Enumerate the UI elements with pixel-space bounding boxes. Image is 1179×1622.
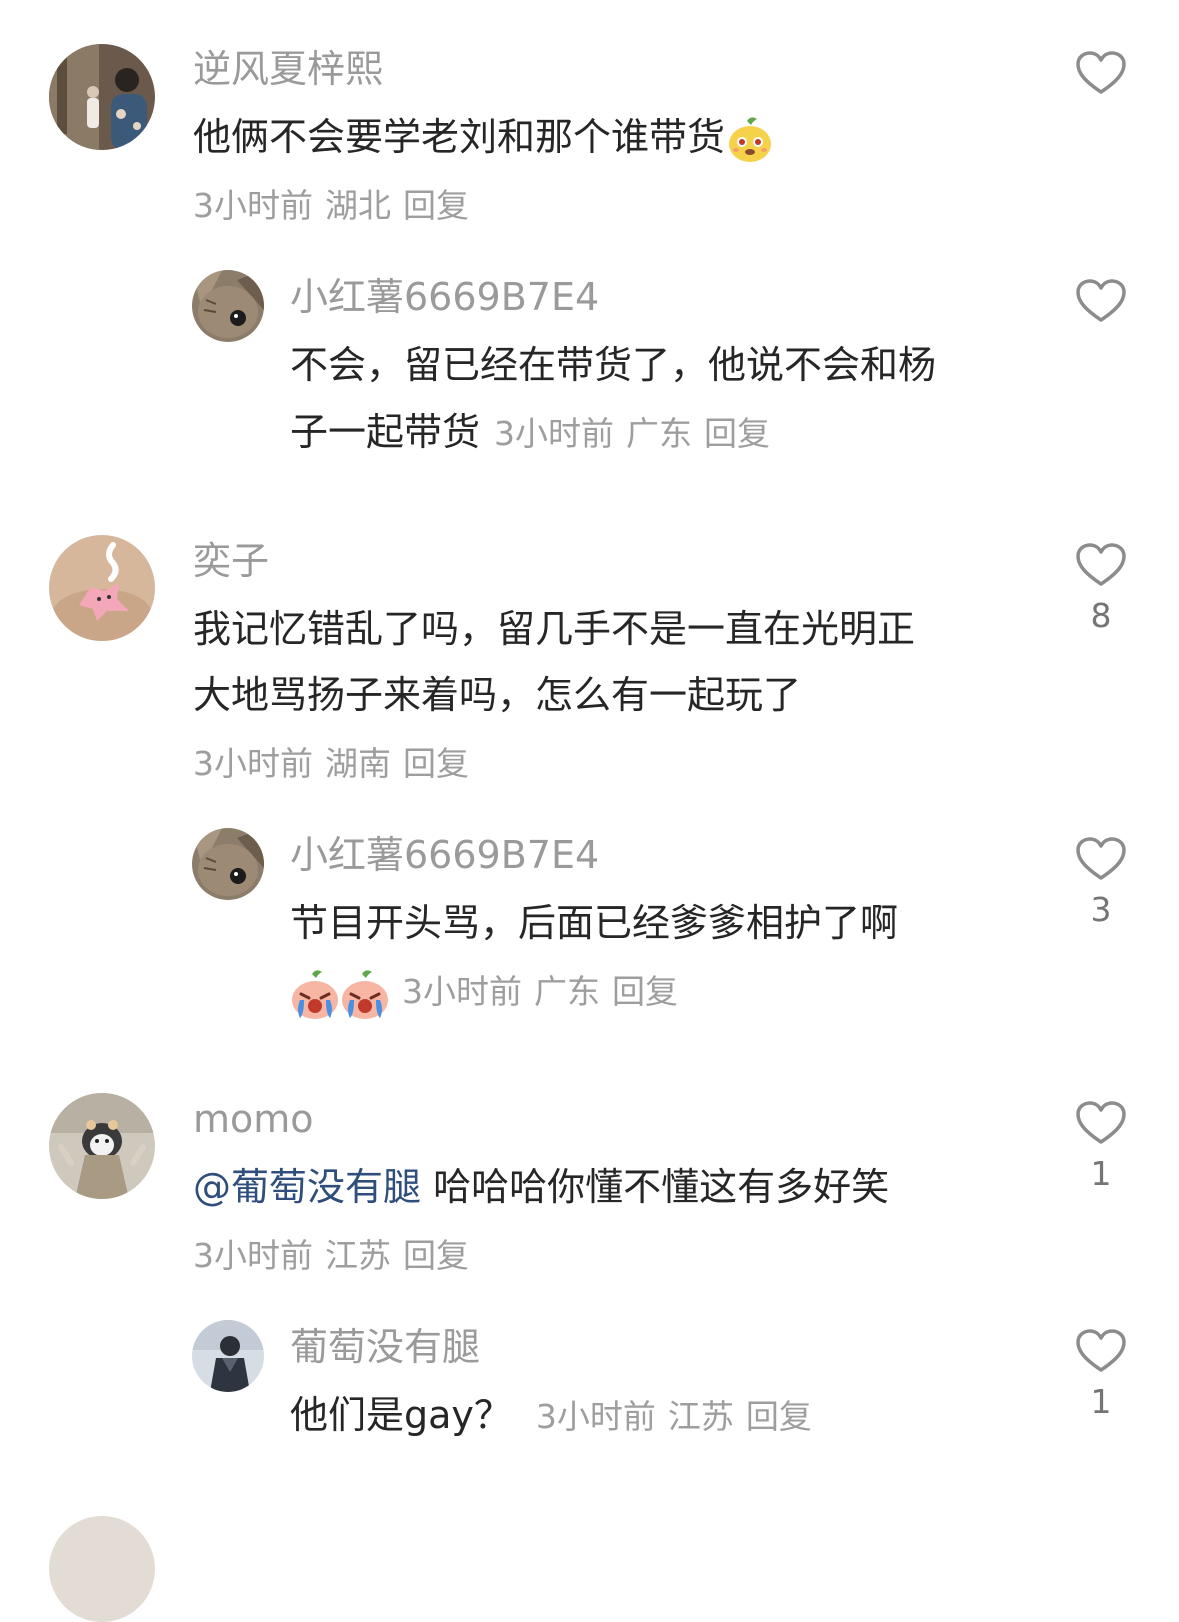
avatar[interactable] [49, 1093, 155, 1199]
location: 江苏 [667, 1397, 734, 1436]
crying-face-emoji [338, 968, 388, 1019]
like-count: 1 [1090, 1154, 1112, 1193]
avatar[interactable] [49, 1516, 155, 1622]
reply-username[interactable]: 小红薯6669B7E4 [290, 274, 599, 320]
like-button[interactable] [1072, 278, 1130, 324]
reply-avatar[interactable] [192, 828, 264, 900]
location: 江苏 [325, 1236, 391, 1275]
reply-avatar[interactable] [192, 1320, 264, 1392]
reply-button[interactable]: 回复 [403, 1236, 469, 1275]
comment-text-content: 哈哈哈你懂不懂这有多好笑 [433, 1165, 890, 1209]
like-count: 8 [1090, 596, 1112, 635]
heart-icon [1076, 1329, 1126, 1372]
reply-meta: 3小时前 广东 回复 [402, 972, 690, 1011]
reply-text-line2: 子一起带货 3小时前 广东 回复 [290, 399, 782, 467]
timestamp: 3小时前 [535, 1397, 656, 1436]
crying-face-emoji [288, 968, 338, 1019]
like-button[interactable] [1072, 50, 1130, 96]
reply-username[interactable]: 葡萄没有腿 [290, 1324, 480, 1370]
reply-text-line1: 不会，留已经在带货了，他说不会和杨 [290, 343, 937, 387]
location: 广东 [626, 414, 693, 453]
location: 广东 [534, 972, 600, 1011]
location: 湖北 [325, 186, 391, 225]
comment-text-line2: 大地骂扬子来着吗，怎么有一起玩了 [193, 673, 802, 717]
comment-text: 他俩不会要学老刘和那个谁带货 [193, 104, 775, 170]
comment-meta: 3小时前 湖北 回复 [193, 186, 481, 226]
comment-text-line1: 我记忆错乱了吗，留几手不是一直在光明正 [193, 607, 916, 651]
avatar[interactable] [49, 535, 155, 641]
location: 湖南 [325, 744, 391, 783]
reply-button[interactable]: 回复 [612, 972, 678, 1011]
like-count: 1 [1090, 1382, 1112, 1421]
like-count: 3 [1090, 890, 1112, 929]
pear-face-emoji [725, 115, 775, 165]
like-button[interactable]: 1 [1072, 1100, 1130, 1193]
reply-emoji-and-meta: 3小时前 广东 回复 [288, 957, 690, 1025]
username[interactable]: momo [193, 1096, 314, 1142]
like-button[interactable]: 3 [1072, 836, 1130, 929]
timestamp: 3小时前 [193, 744, 313, 783]
like-button[interactable]: 8 [1072, 542, 1130, 635]
comment-meta: 3小时前 湖南 回复 [193, 744, 481, 784]
reply-button[interactable]: 回复 [746, 1397, 812, 1436]
heart-icon [1076, 1101, 1126, 1144]
username[interactable]: 奕子 [193, 538, 269, 584]
reply-button[interactable]: 回复 [403, 744, 469, 783]
comment-meta: 3小时前 江苏 回复 [193, 1236, 481, 1276]
comment-text: @葡萄没有腿 哈哈哈你懂不懂这有多好笑 [193, 1154, 889, 1220]
username[interactable]: 逆风夏梓熙 [193, 46, 383, 92]
reply-text: 他们是gay？ 3小时前 江苏 回复 [290, 1382, 824, 1450]
avatar[interactable] [49, 44, 155, 150]
heart-icon [1076, 543, 1126, 586]
reply-button[interactable]: 回复 [403, 186, 469, 225]
reply-button[interactable]: 回复 [704, 414, 770, 453]
timestamp: 3小时前 [193, 1236, 313, 1275]
heart-icon [1076, 51, 1126, 94]
timestamp: 3小时前 [402, 972, 522, 1011]
reply-text: 节目开头骂，后面已经爹爹相护了啊 [290, 901, 899, 945]
reply-text-content: 子一起带货 [290, 410, 481, 454]
reply-meta: 3小时前 广东 回复 [494, 414, 782, 453]
heart-icon [1076, 837, 1126, 880]
mention-link[interactable]: @葡萄没有腿 [193, 1165, 421, 1209]
reply-username[interactable]: 小红薯6669B7E4 [290, 832, 599, 878]
like-button[interactable]: 1 [1072, 1328, 1130, 1421]
reply-text-content: 他们是gay？ [290, 1393, 512, 1437]
reply-meta: 3小时前 江苏 回复 [536, 1397, 824, 1436]
reply-avatar[interactable] [192, 270, 264, 342]
heart-icon [1076, 279, 1126, 322]
comment-text-content: 他俩不会要学老刘和那个谁带货 [193, 115, 726, 159]
timestamp: 3小时前 [193, 186, 313, 225]
timestamp: 3小时前 [494, 414, 615, 453]
